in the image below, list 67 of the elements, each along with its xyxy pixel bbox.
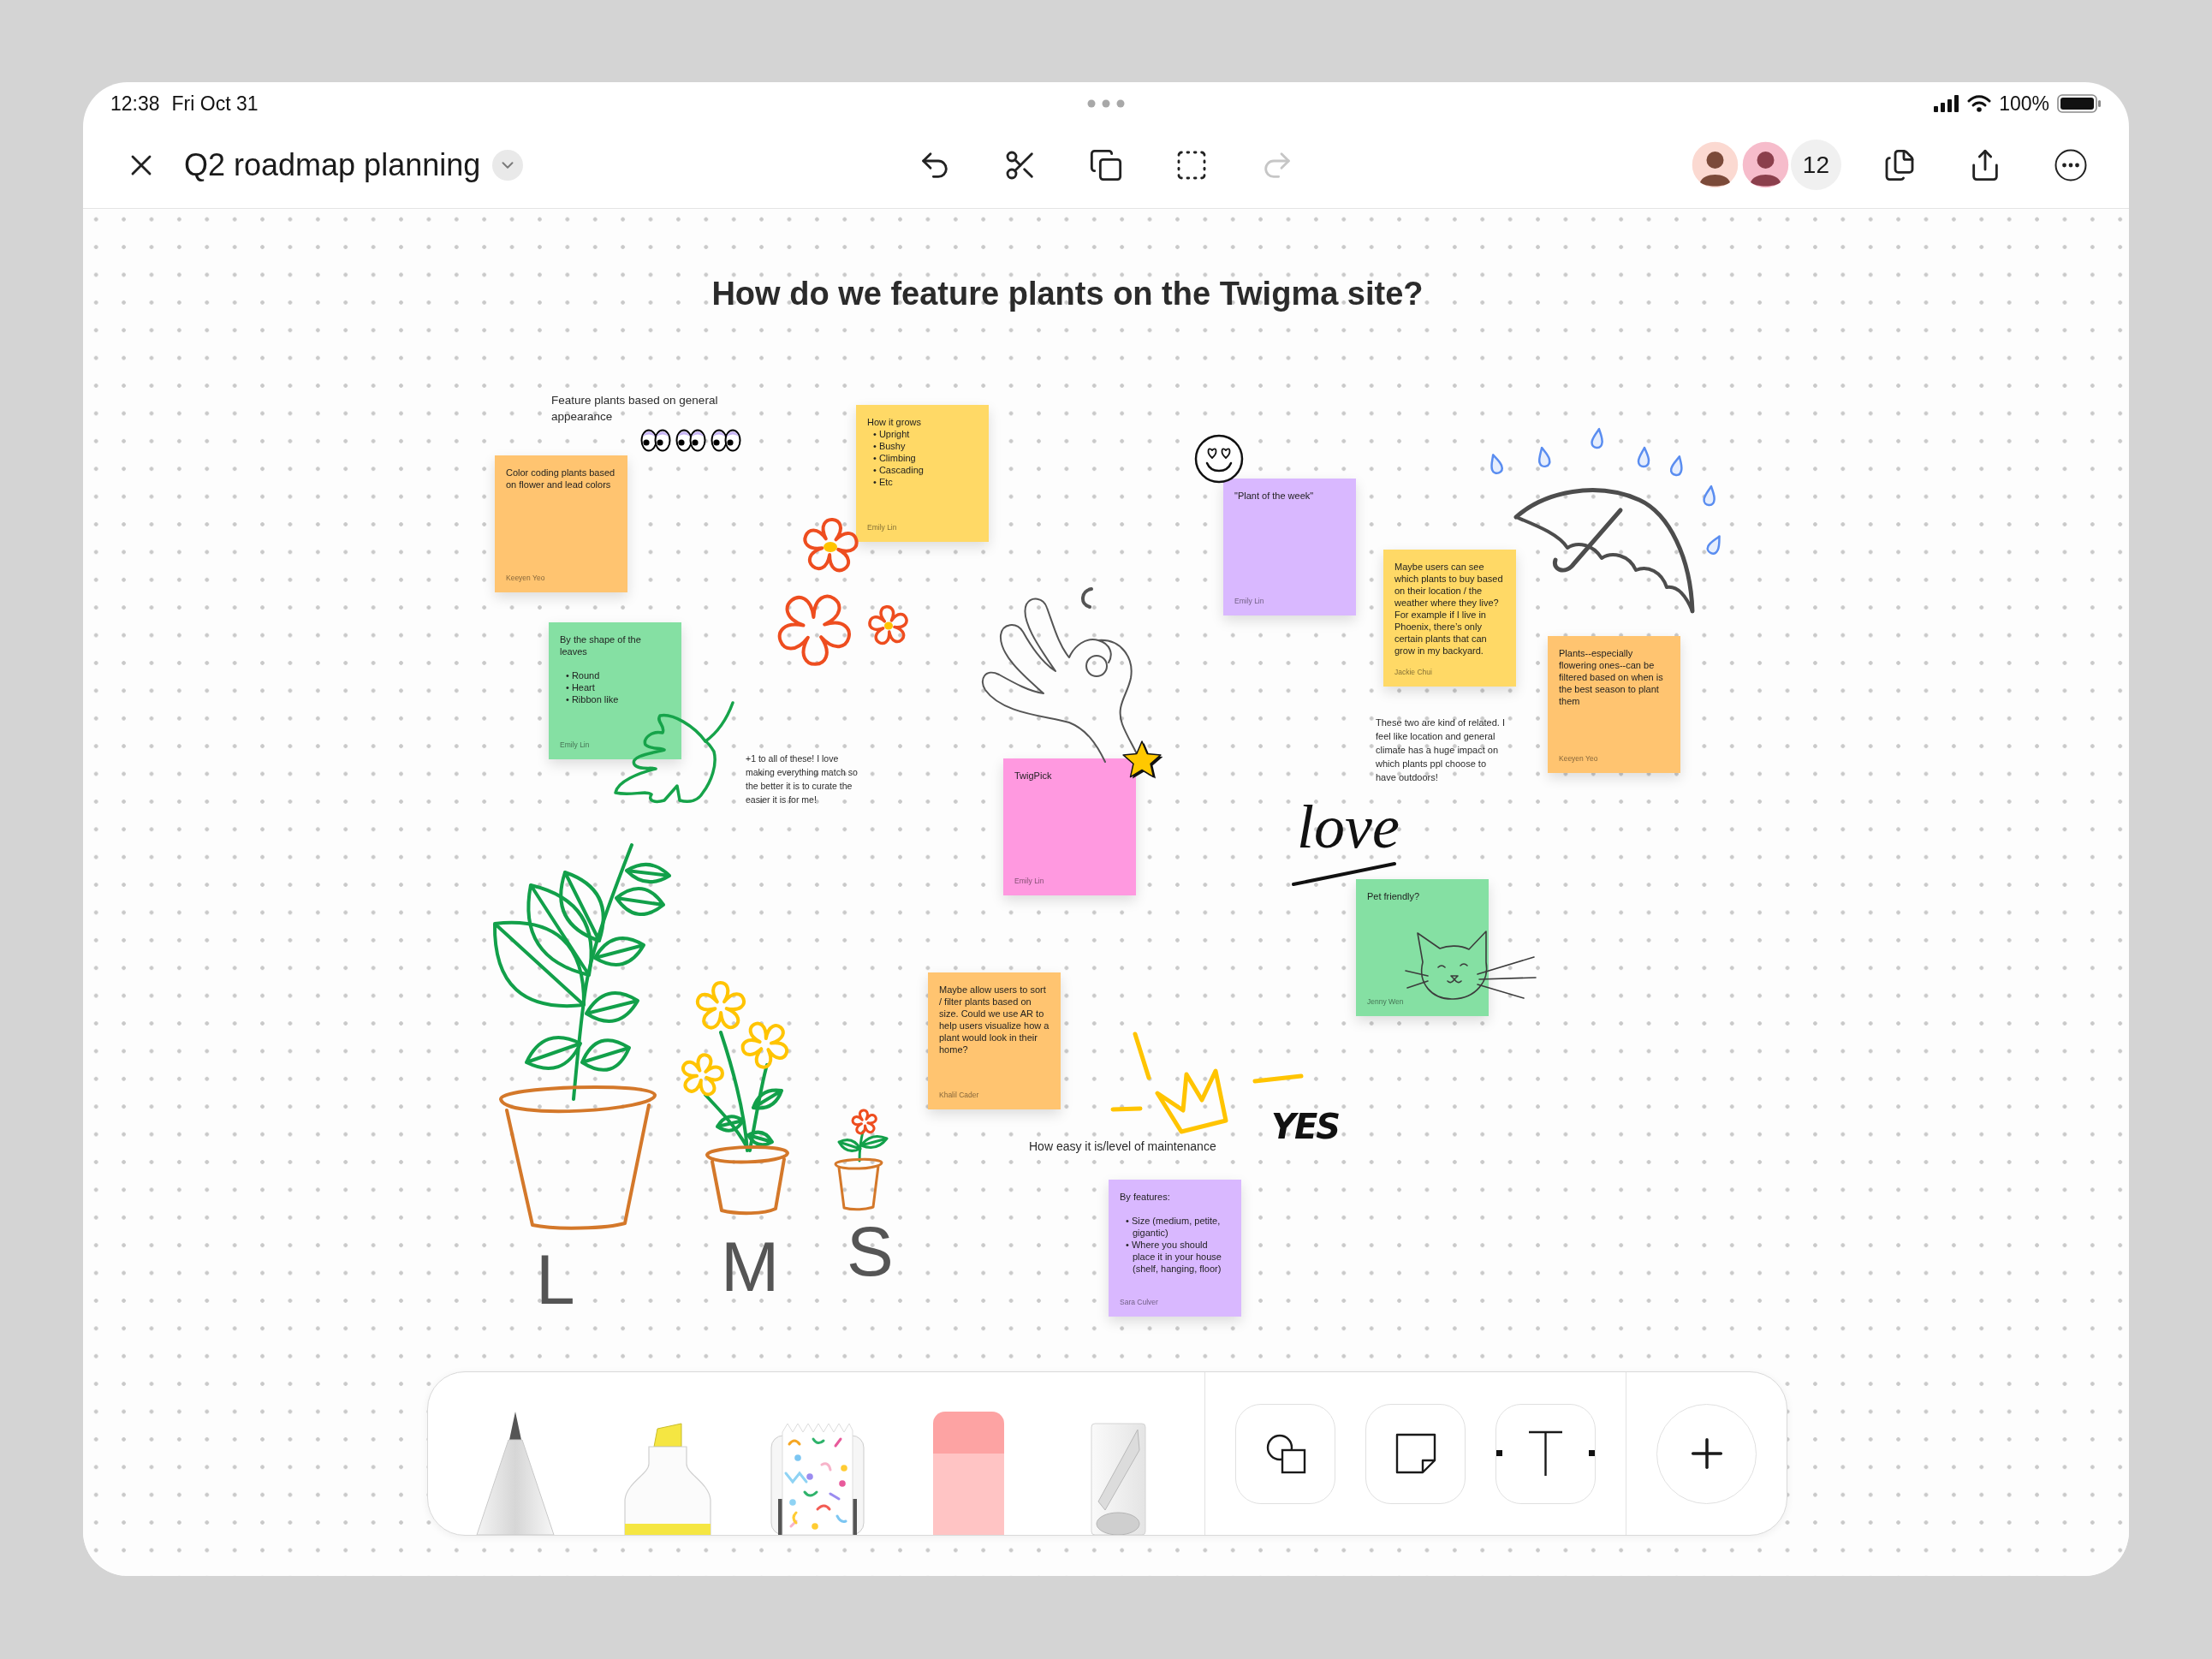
document-title: Q2 roadmap planning <box>184 146 481 184</box>
note-bullet: • Etc <box>872 476 894 488</box>
note-text: TwigPick <box>1014 770 1052 782</box>
note-author: Emily Lin <box>1014 877 1044 886</box>
raindrop-icon <box>1637 446 1650 468</box>
note-author: Emily Lin <box>1234 597 1264 606</box>
note-bullet: • Ribbon like <box>565 693 619 705</box>
note-bullet: • Climbing <box>872 452 917 464</box>
handwritten-letter: L <box>536 1245 575 1315</box>
note-text: "Plant of the week" <box>1234 490 1314 502</box>
note-author: Keeyen Yeo <box>506 574 545 583</box>
copy-icon[interactable] <box>1089 147 1123 182</box>
note-text: Pet friendly? <box>1367 890 1420 902</box>
sticky-note-tool-button[interactable] <box>1365 1403 1466 1504</box>
eyes-icon <box>640 427 671 452</box>
eyes-icon <box>711 427 741 452</box>
sparkle-stroke <box>1252 1073 1304 1084</box>
battery-icon <box>2057 94 2102 113</box>
board-comment: How easy it is/level of maintenance <box>1029 1139 1216 1154</box>
heart-eyes-smiley-icon <box>1194 434 1244 484</box>
note-author: Emily Lin <box>867 523 897 532</box>
board-title: How do we feature plants on the Twigma site? <box>711 275 1424 313</box>
note-bullet: • Size (medium, petite, gigantic) <box>1125 1215 1222 1239</box>
raindrop-icon <box>1589 426 1606 450</box>
text-tool-button[interactable] <box>1495 1403 1596 1504</box>
eyes-icon <box>675 427 706 452</box>
note-author: Emily Lin <box>560 740 590 750</box>
status-date: Fri Oct 31 <box>171 91 259 116</box>
note-text: How it grows <box>867 416 921 428</box>
title-menu-button[interactable] <box>492 149 524 181</box>
note-text: Maybe allow users to sort / filter plants based on size. Could we use AR to help users visualize how a plant would look in their home? <box>939 984 1050 1055</box>
note-bullet: • Bushy <box>872 440 907 452</box>
signal-icon <box>1934 95 1960 112</box>
note-bullet: • Round <box>565 669 601 681</box>
avatar-icon[interactable] <box>1739 140 1791 190</box>
battery-percentage: 100% <box>1999 91 2049 116</box>
note-author: Jenny Wen <box>1367 997 1404 1007</box>
shape-tool-button[interactable] <box>1235 1403 1335 1504</box>
handwritten-word: love <box>1297 796 1400 858</box>
note-author: Khalil Cader <box>939 1091 979 1100</box>
note-author: Sara Culver <box>1120 1298 1158 1307</box>
handwritten-word: YES <box>1271 1109 1340 1144</box>
status-time: 12:38 <box>110 91 160 116</box>
board-comment: +1 to all of these! I love making everything match so the better it is to curate the easier it is for me! <box>746 752 859 806</box>
note-author: Keeyen Yeo <box>1559 754 1598 764</box>
note-text: Maybe users can see which plants to buy based on their location / the weather where they live? For example if I live in Phoenix, there’s only certain plants that can grow in my backyard. <box>1394 561 1504 657</box>
more-icon[interactable] <box>2054 147 2088 182</box>
handwritten-letter: M <box>721 1232 780 1302</box>
note-bullet: • Where you should place it in your house (shelf, hanging, floor) <box>1125 1239 1222 1275</box>
avatar-icon[interactable] <box>1689 140 1740 190</box>
text-tool-icon[interactable] <box>1496 1430 1595 1478</box>
board-comment: Feature plants based on general appearance <box>551 393 719 425</box>
note-text: By the shape of the leaves <box>560 633 642 657</box>
note-bullet: • Upright <box>872 428 911 440</box>
collaborator-count[interactable]: 12 <box>1790 140 1841 190</box>
note-bullet: • Cascading <box>872 464 925 476</box>
shapes-icon[interactable] <box>1264 1433 1306 1474</box>
wifi-icon <box>1967 95 1992 112</box>
handwritten-letter: S <box>847 1216 894 1287</box>
note-bullet: • Heart <box>565 681 596 693</box>
note-text: By features: <box>1120 1191 1170 1203</box>
note-text: Plants--especially flowering ones--can be filtered based on when is the best season to plant them <box>1559 647 1664 707</box>
note-text: Color coding plants based on flower and lead colors <box>506 467 616 491</box>
note-author: Jackie Chui <box>1394 668 1432 677</box>
board-comment: These two are kind of related. I feel like location and general climate has a huge impact on which plants ppl choose to have outdoors! <box>1376 717 1507 784</box>
sticky-note-icon[interactable] <box>1394 1433 1436 1474</box>
raindrop-icon <box>1701 484 1718 508</box>
